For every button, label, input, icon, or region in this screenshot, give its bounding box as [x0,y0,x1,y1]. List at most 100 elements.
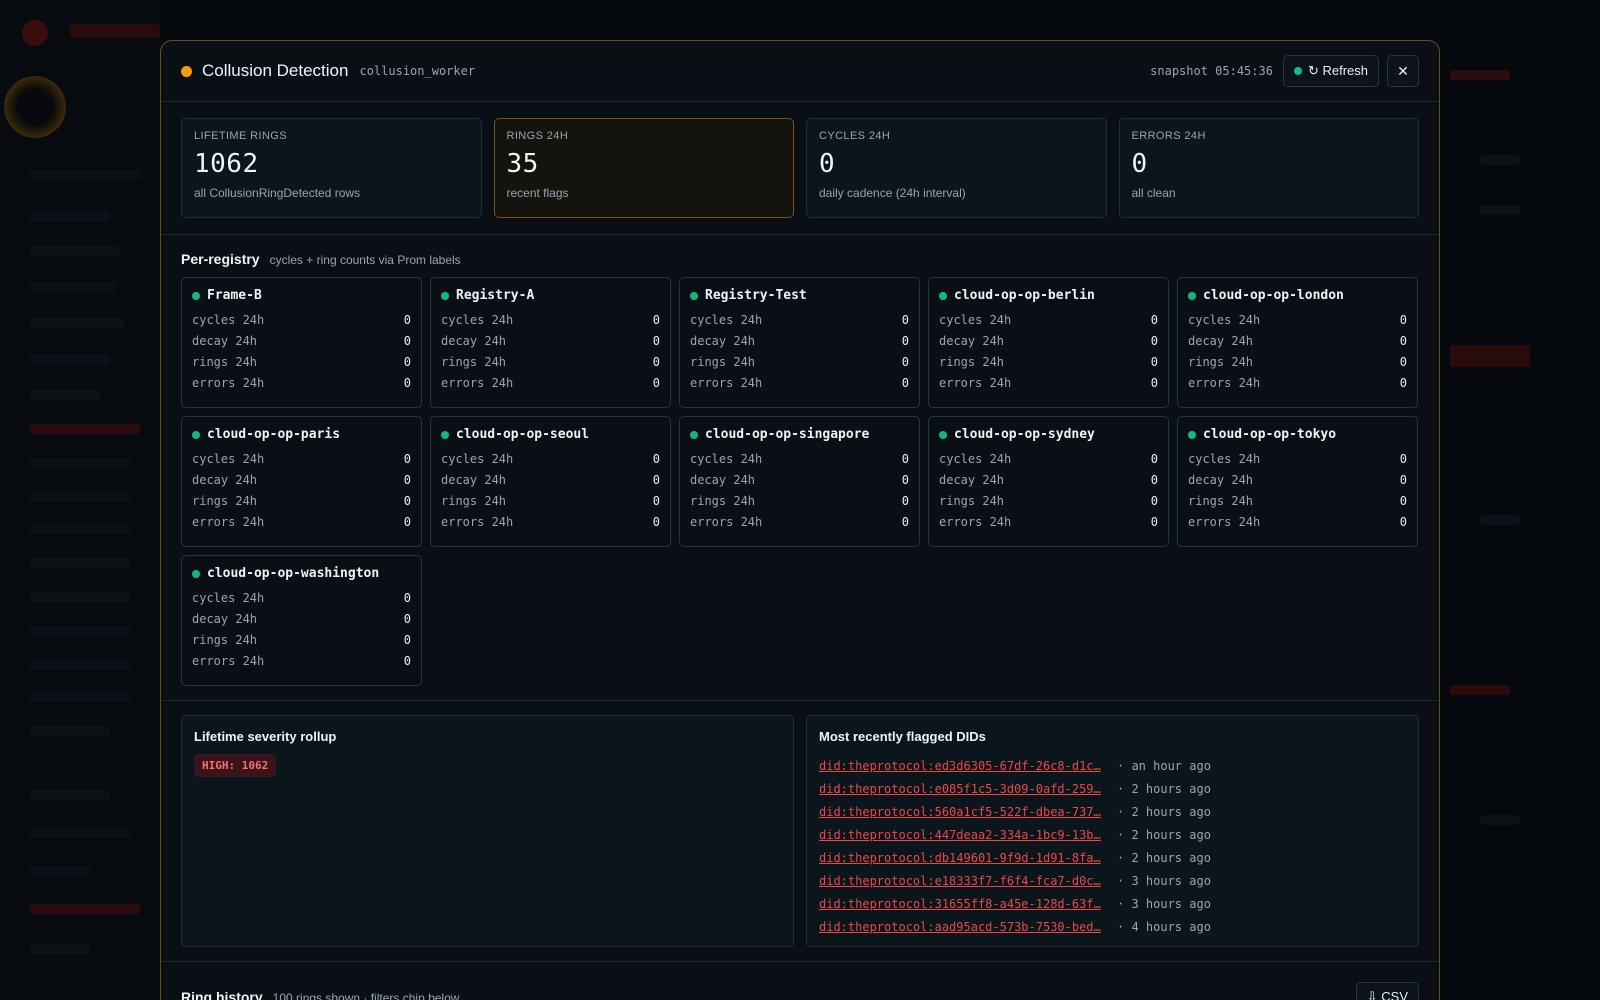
metric-label: decay 24h [441,472,507,487]
kpi-value: 35 [506,149,539,179]
background-cell [1480,815,1520,825]
registry-metric-row: decay 24h 0 [192,469,411,490]
background-nav-item [30,790,110,800]
flagged-did-row: did:theprotocol:447deaa2-334a-1bc9-13b… ·… [819,823,1406,846]
metric-label: errors 24h [441,375,514,390]
registry-metric-row: decay 24h 0 [192,608,411,629]
metric-label: rings 24h [690,493,756,508]
flagged-time: · 2 hours ago [1117,804,1211,819]
metric-value: 0 [901,375,909,390]
did-link[interactable]: did:theprotocol:ed3d6305-67df-26c8-d1c… [819,759,1111,773]
per-registry-section: Per-registry cycles + ring counts via Pr… [161,235,1439,701]
section-subtitle: 100 rings shown · filters chip below [272,991,460,1000]
background-nav-item [30,558,130,568]
registry-metric-row: errors 24h 0 [441,372,660,393]
ring-history-header: Ring history 100 rings shown · filters c… [161,962,1439,1000]
severity-rollup-panel: Lifetime severity rollup HIGH: 1062 [181,715,794,947]
summary-panels: Lifetime severity rollup HIGH: 1062 Most… [161,701,1439,962]
metric-label: rings 24h [1188,493,1254,508]
flagged-did-row: did:theprotocol:e085f1c5-3d09-0afd-259… ·… [819,777,1406,800]
metric-value: 0 [1150,375,1158,390]
registry-name: Frame-B [207,288,262,303]
did-link[interactable]: did:theprotocol:aad95acd-573b-7530-bed… [819,920,1111,934]
metric-label: cycles 24h [690,451,763,466]
registry-metric-row: rings 24h 0 [1188,490,1407,511]
registry-metric-row: errors 24h 0 [939,511,1158,532]
flagged-time: · 4 hours ago [1117,919,1211,934]
kpi-cycles-24h: CYCLES 24H 0 daily cadence (24h interval… [806,118,1107,218]
registry-card: cloud-op-op-london cycles 24h 0 decay 24h 0 r… [1177,277,1418,408]
metric-value: 0 [652,312,660,327]
kpi-sub: recent flags [506,186,569,200]
healthy-status-icon [939,430,947,439]
registry-metric-row: decay 24h 0 [690,330,909,351]
registry-metric-row: decay 24h 0 [441,469,660,490]
metric-value: 0 [652,451,660,466]
did-link[interactable]: did:theprotocol:e085f1c5-3d09-0afd-259… [819,782,1111,796]
metric-value: 0 [1150,312,1158,327]
did-link[interactable]: did:theprotocol:db149601-9f9d-1d91-8fa… [819,851,1111,865]
flagged-time: · 3 hours ago [1117,896,1211,911]
modal-title: Collusion Detection [202,61,349,80]
registry-metric-row: cycles 24h 0 [939,448,1158,469]
registry-card: Registry-Test cycles 24h 0 decay 24h 0 rings … [679,277,920,408]
registry-name: cloud-op-op-sydney [954,427,1095,442]
metric-value: 0 [1150,333,1158,348]
healthy-status-icon [939,291,947,300]
metric-value: 0 [1399,493,1407,508]
kpi-label: LIFETIME RINGS [194,130,287,142]
metric-label: cycles 24h [192,451,265,466]
metric-value: 0 [403,333,411,348]
flagged-did-list: did:theprotocol:ed3d6305-67df-26c8-d1c… ·… [819,754,1406,938]
background-chip [1450,70,1510,80]
close-button[interactable]: ✕ [1387,55,1419,87]
metric-label: cycles 24h [192,590,265,605]
healthy-status-icon [690,291,698,300]
registry-metric-row: cycles 24h 0 [192,448,411,469]
metric-label: errors 24h [441,514,514,529]
registry-name-row: cloud-op-op-seoul [441,427,660,442]
metric-label: errors 24h [690,514,763,529]
background-logo [70,24,160,38]
background-logo-icon [22,20,48,46]
registry-metric-row: rings 24h 0 [939,351,1158,372]
metric-label: rings 24h [441,354,507,369]
background-nav-item [30,492,130,502]
metric-value: 0 [1150,472,1158,487]
panel-title: Most recently flagged DIDs [819,729,986,744]
metric-label: errors 24h [192,514,265,529]
metric-label: decay 24h [690,472,756,487]
flagged-time: · 2 hours ago [1117,850,1211,865]
did-link[interactable]: did:theprotocol:447deaa2-334a-1bc9-13b… [819,828,1111,842]
metric-value: 0 [403,632,411,647]
metric-label: decay 24h [192,611,258,626]
metric-label: cycles 24h [441,451,514,466]
background-chip [1450,345,1530,367]
registry-metric-row: cycles 24h 0 [690,309,909,330]
background-nav-item [30,726,110,736]
close-icon: ✕ [1397,62,1409,79]
registry-metric-row: errors 24h 0 [1188,511,1407,532]
kpi-lifetime-rings: LIFETIME RINGS 1062 all CollusionRingDet… [181,118,482,218]
flagged-did-row: did:theprotocol:e18333f7-f6f4-fca7-d0c… ·… [819,869,1406,892]
registry-metric-row: errors 24h 0 [192,511,411,532]
metric-label: decay 24h [690,333,756,348]
csv-export-button[interactable]: ⇩ CSV [1355,982,1419,1000]
metric-label: decay 24h [939,472,1005,487]
registry-metric-row: rings 24h 0 [690,490,909,511]
background-nav-item [30,390,100,400]
did-link[interactable]: did:theprotocol:e18333f7-f6f4-fca7-d0c… [819,874,1111,888]
metric-value: 0 [1399,514,1407,529]
kpi-rings-24h: RINGS 24H 35 recent flags [493,118,794,218]
refresh-button[interactable]: ↻ Refresh [1282,55,1379,87]
section-subtitle: cycles + ring counts via Prom labels [269,253,461,267]
kpi-sub: all clean [1131,186,1176,200]
registry-name-row: cloud-op-op-paris [192,427,411,442]
kpi-errors-24h: ERRORS 24H 0 all clean [1118,118,1419,218]
metric-value: 0 [652,333,660,348]
background-nav-item [30,592,130,602]
did-link[interactable]: did:theprotocol:560a1cf5-522f-dbea-737… [819,805,1111,819]
metric-value: 0 [652,354,660,369]
metric-label: rings 24h [192,354,258,369]
did-link[interactable]: did:theprotocol:31655ff8-a45e-128d-63f… [819,897,1111,911]
